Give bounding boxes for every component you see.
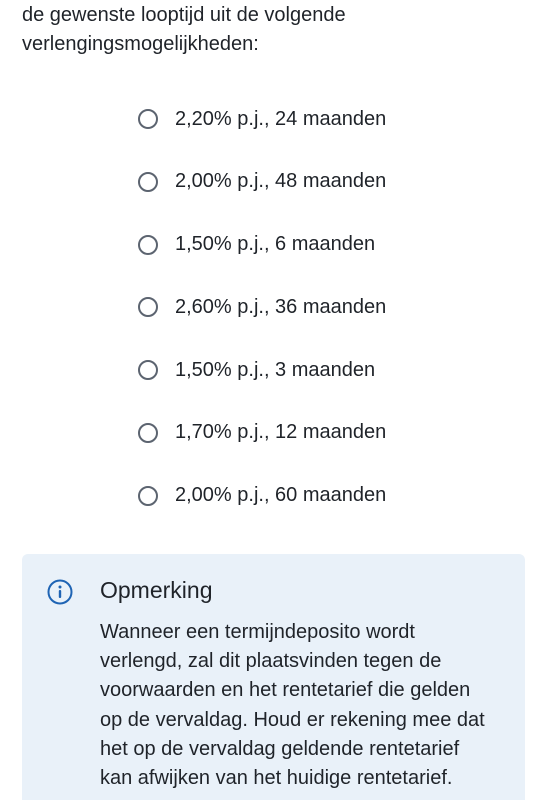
- renewal-options: 2,20% p.j., 24 maanden 2,00% p.j., 48 ma…: [138, 99, 518, 539]
- intro-text: de gewenste looptijd uit de volgende ver…: [22, 1, 522, 59]
- note-line: Wanneer een termijndeposito wordt: [100, 621, 415, 643]
- renewal-option-label: 1,50% p.j., 6 maanden: [175, 233, 376, 256]
- info-note: Opmerking Wanneer een termijndeposito wo…: [22, 554, 525, 800]
- renewal-option-radio[interactable]: 1,50% p.j., 6 maanden: [138, 225, 518, 265]
- note-line: op de vervaldag. Houd er rekening mee da…: [100, 708, 485, 731]
- renewal-option-label: 2,00% p.j., 48 maanden: [175, 170, 387, 193]
- renewal-option-radio[interactable]: 1,50% p.j., 3 maanden: [138, 350, 518, 390]
- renewal-option-radio[interactable]: 2,00% p.j., 60 maanden: [138, 476, 518, 516]
- radio-button[interactable]: [138, 485, 158, 506]
- intro-line: verlengingsmogelijkheden:: [22, 33, 259, 55]
- radio-button[interactable]: [138, 360, 158, 381]
- note-body: Wanneer een termijndeposito wordt verlen…: [100, 618, 510, 793]
- note-line: voorwaarden en het rentetarief die gelde…: [100, 679, 471, 702]
- radio-button[interactable]: [138, 422, 158, 443]
- renewal-option-radio[interactable]: 2,00% p.j., 48 maanden: [138, 162, 518, 202]
- note-title: Opmerking: [100, 577, 213, 603]
- renewal-option-label: 1,70% p.j., 12 maanden: [175, 421, 387, 444]
- radio-button[interactable]: [138, 171, 158, 192]
- renewal-option-radio[interactable]: 1,70% p.j., 12 maanden: [138, 413, 518, 453]
- page: de gewenste looptijd uit de volgende ver…: [0, 0, 548, 800]
- renewal-option-label: 1,50% p.j., 3 maanden: [175, 358, 376, 381]
- radio-button[interactable]: [138, 297, 158, 318]
- renewal-option-label: 2,60% p.j., 36 maanden: [175, 295, 387, 318]
- renewal-option-label: 2,20% p.j., 24 maanden: [175, 107, 387, 130]
- renewal-option-label: 2,00% p.j., 60 maanden: [175, 484, 387, 507]
- note-line: het op de vervaldag geldende rentetarief: [100, 737, 460, 760]
- note-line: kan afwijken van het huidige rentetarief…: [100, 767, 453, 790]
- info-icon: [47, 579, 73, 605]
- intro-line: de gewenste looptijd uit de volgende: [22, 4, 346, 26]
- radio-button[interactable]: [138, 234, 158, 255]
- renewal-option-radio[interactable]: 2,20% p.j., 24 maanden: [138, 99, 518, 139]
- note-line: verlengd, zal dit plaatsvinden tegen de: [100, 650, 442, 673]
- renewal-option-radio[interactable]: 2,60% p.j., 36 maanden: [138, 287, 518, 327]
- radio-button[interactable]: [138, 109, 158, 129]
